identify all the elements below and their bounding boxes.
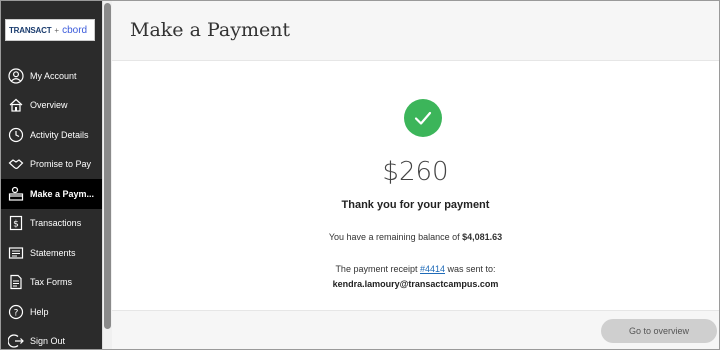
sidebar-item-label: Activity Details <box>30 129 89 140</box>
svg-text:$: $ <box>13 220 19 230</box>
receipt-email: kendra.lamoury@transactcampus.com <box>332 279 499 289</box>
balance-value: $4,081.63 <box>462 232 503 242</box>
sidebar-item-label: Make a Paym... <box>30 188 95 199</box>
sidebar-item-label: My Account <box>30 70 77 81</box>
receipt-prefix: The payment receipt <box>335 264 420 274</box>
balance-prefix: You have a remaining balance of <box>328 232 463 242</box>
go-to-overview-button[interactable]: Go to overview <box>601 319 717 343</box>
svg-text:?: ? <box>14 308 19 318</box>
logo-plus: + <box>54 25 60 35</box>
logo: TRANSACT + cbord <box>5 19 95 41</box>
sidebar-item-tax-forms[interactable]: Tax Forms <box>1 268 102 298</box>
sidebar-item-transactions[interactable]: $ Transactions <box>1 209 102 239</box>
clock-icon <box>7 126 25 144</box>
payment-amount: $260 <box>382 157 449 187</box>
statements-icon <box>7 244 25 262</box>
sidebar-item-statements[interactable]: Statements <box>1 238 102 268</box>
remaining-balance: You have a remaining balance of $4,081.6… <box>112 232 719 242</box>
sidebar-item-my-account[interactable]: My Account <box>1 61 102 91</box>
success-check-icon <box>404 99 442 137</box>
sidebar-item-sign-out[interactable]: Sign Out <box>1 327 102 350</box>
main-content: Make a Payment $260 Thank you for your p… <box>112 1 719 349</box>
sidebar-item-label: Sign Out <box>30 336 66 347</box>
page-footer: Go to overview <box>112 310 719 349</box>
sidebar-scrollbar[interactable] <box>102 1 112 349</box>
home-icon <box>7 96 25 114</box>
sidebar-item-label: Help <box>30 306 49 317</box>
logo-transact: TRANSACT <box>9 25 52 35</box>
transactions-icon: $ <box>7 214 25 232</box>
sidebar-item-label: Tax Forms <box>30 277 73 288</box>
sidebar-item-overview[interactable]: Overview <box>1 91 102 121</box>
sidebar: TRANSACT + cbord My Account Overview Act… <box>1 1 102 349</box>
sidebar-item-activity-details[interactable]: Activity Details <box>1 120 102 150</box>
thank-you-message: Thank you for your payment <box>341 199 490 211</box>
help-icon: ? <box>7 303 25 321</box>
sidebar-nav: My Account Overview Activity Details Pro… <box>1 61 102 350</box>
sidebar-item-label: Statements <box>30 247 76 258</box>
user-icon <box>7 67 25 85</box>
sidebar-item-make-a-payment[interactable]: Make a Paym... <box>1 179 102 209</box>
sidebar-item-help[interactable]: ? Help <box>1 297 102 327</box>
sign-out-icon <box>7 332 25 350</box>
receipt-suffix: was sent to: <box>445 264 496 274</box>
payment-icon <box>7 185 25 203</box>
sidebar-item-label: Promise to Pay <box>30 159 92 170</box>
receipt-link[interactable]: #4414 <box>420 264 445 274</box>
page-header: Make a Payment <box>112 1 719 61</box>
page-title: Make a Payment <box>130 19 291 41</box>
tax-forms-icon <box>7 273 25 291</box>
logo-cbord: cbord <box>62 24 88 36</box>
scrollbar-thumb[interactable] <box>104 3 111 329</box>
sidebar-item-label: Transactions <box>30 218 82 229</box>
handshake-icon <box>7 155 25 173</box>
receipt-message: The payment receipt #4414 was sent to: <box>112 264 719 274</box>
sidebar-item-promise-to-pay[interactable]: Promise to Pay <box>1 150 102 180</box>
sidebar-item-label: Overview <box>30 100 68 111</box>
